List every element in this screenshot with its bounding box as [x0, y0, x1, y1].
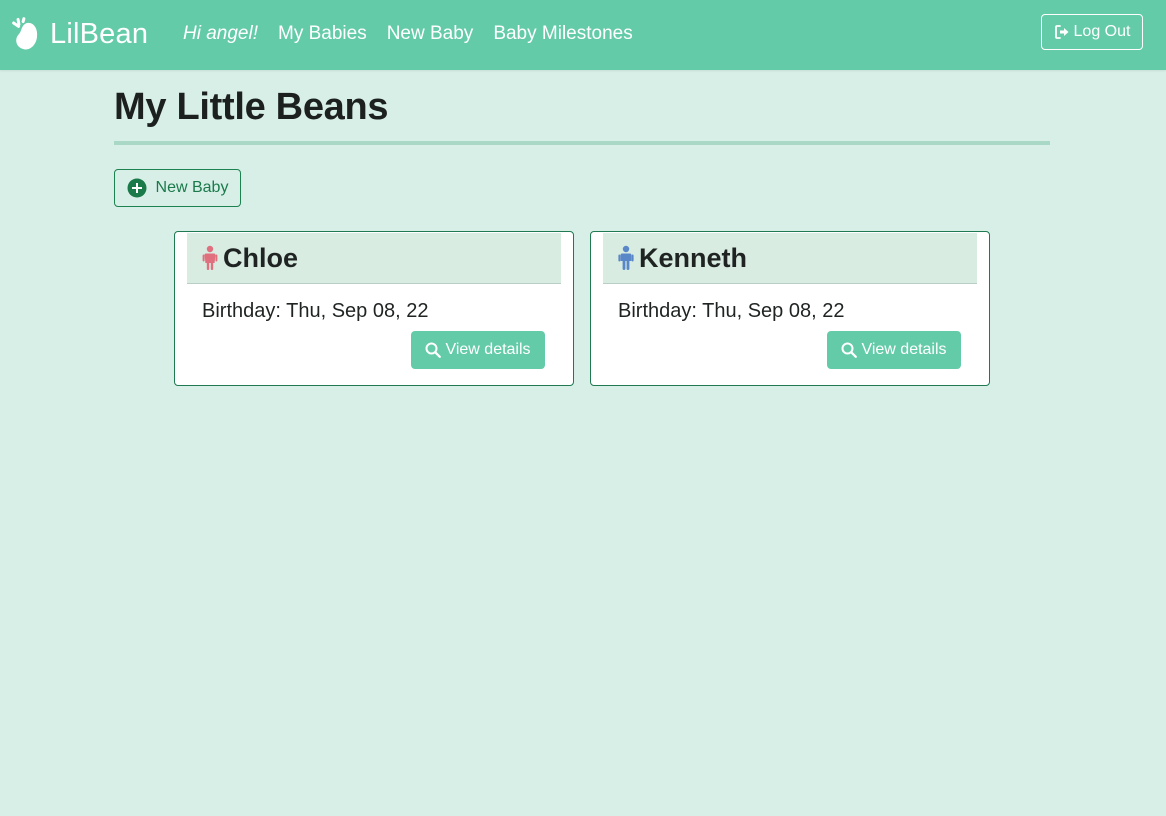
new-baby-button[interactable]: New Baby — [114, 169, 241, 207]
brand-name: LilBean — [50, 17, 149, 50]
baby-name: Kenneth — [639, 242, 747, 273]
nav-link-my-babies[interactable]: My Babies — [278, 23, 367, 45]
nav-link-baby-milestones[interactable]: Baby Milestones — [493, 23, 632, 45]
logout-label: Log Out — [1073, 23, 1131, 40]
search-icon — [425, 342, 442, 358]
nav-link-new-baby[interactable]: New Baby — [387, 23, 474, 45]
baby-card-header: Chloe — [187, 233, 561, 284]
brand-link[interactable]: LilBean — [10, 14, 148, 54]
title-divider — [114, 141, 1050, 145]
view-details-button[interactable]: View details — [411, 331, 545, 369]
view-details-label: View details — [445, 341, 531, 358]
baby-card-kenneth: Kenneth Birthday: Thu, Sep 08, 22 View d… — [590, 231, 990, 386]
baby-name: Chloe — [223, 242, 299, 273]
top-navbar: LilBean Hi angel! My Babies New Baby Bab… — [0, 0, 1166, 70]
nav-links: Hi angel! My Babies New Baby Baby Milest… — [183, 20, 653, 48]
baby-card-chloe: Chloe Birthday: Thu, Sep 08, 22 View det… — [174, 231, 574, 386]
page-title: My Little Beans — [114, 86, 389, 128]
view-details-button[interactable]: View details — [827, 331, 961, 369]
nav-greeting: Hi angel! — [183, 23, 258, 44]
search-icon — [841, 342, 858, 358]
plus-circle-icon — [127, 178, 147, 198]
bean-logo-icon — [12, 17, 38, 50]
girl-icon — [202, 245, 218, 270]
baby-card-header: Kenneth — [603, 233, 977, 284]
view-details-label: View details — [861, 341, 947, 358]
baby-birthday: Birthday: Thu, Sep 08, 22 — [202, 300, 429, 322]
new-baby-label: New Baby — [155, 179, 229, 196]
baby-birthday: Birthday: Thu, Sep 08, 22 — [618, 300, 845, 322]
sign-out-icon — [1054, 25, 1069, 39]
boy-icon — [618, 245, 634, 270]
logout-button[interactable]: Log Out — [1041, 14, 1143, 50]
